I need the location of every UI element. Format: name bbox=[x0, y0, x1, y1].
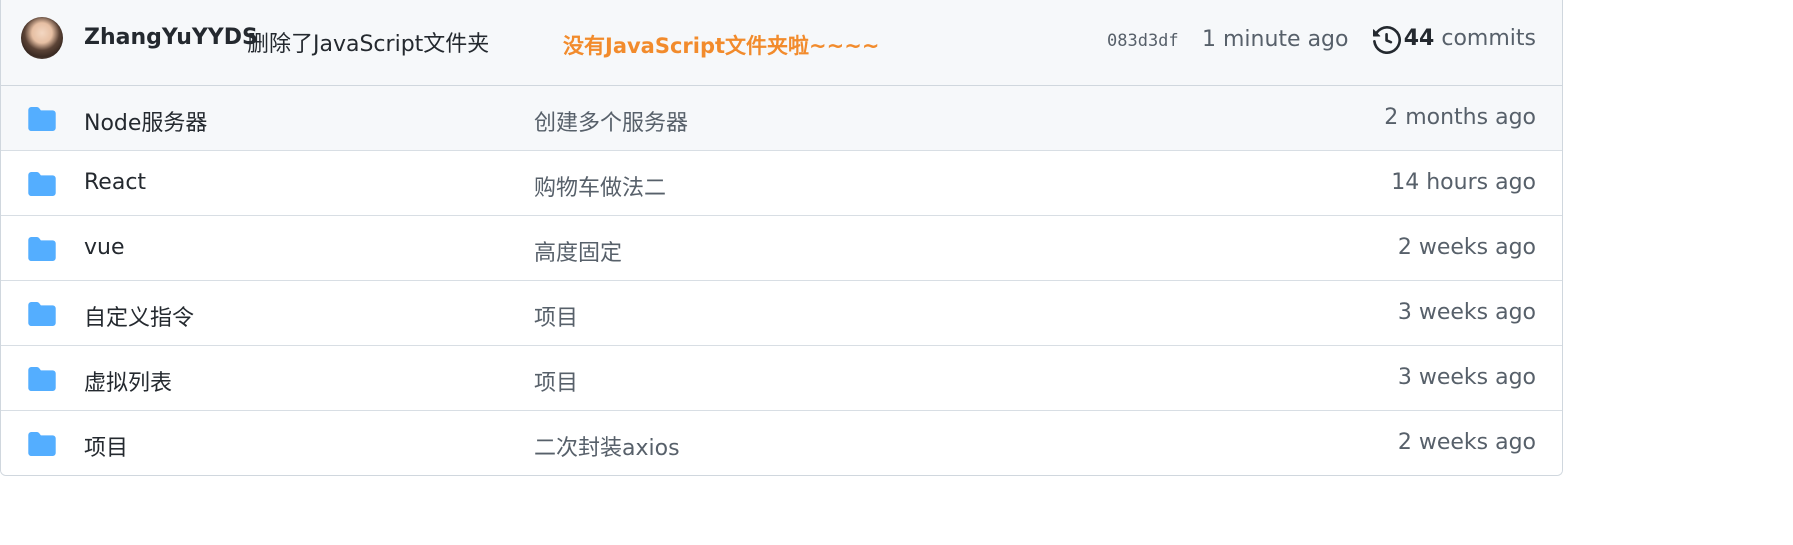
history-icon[interactable] bbox=[1373, 26, 1401, 54]
folder-icon bbox=[28, 107, 56, 131]
file-commit-message[interactable]: 购物车做法二 bbox=[534, 170, 666, 202]
file-row[interactable]: 自定义指令 项目 3 weeks ago bbox=[1, 281, 1562, 346]
file-row[interactable]: 项目 二次封装axios 2 weeks ago bbox=[1, 411, 1562, 475]
file-commit-age: 3 weeks ago bbox=[1397, 300, 1536, 325]
folder-icon bbox=[28, 237, 56, 261]
file-commit-message[interactable]: 项目 bbox=[534, 365, 578, 397]
annotation-text: 没有JavaScript文件夹啦~~~~ bbox=[563, 34, 880, 58]
commit-message[interactable]: 删除了JavaScript文件夹 bbox=[247, 26, 489, 58]
file-commit-message[interactable]: 高度固定 bbox=[534, 235, 622, 267]
commits-label: commits bbox=[1441, 26, 1536, 51]
file-commit-age: 2 weeks ago bbox=[1397, 235, 1536, 260]
file-name-link[interactable]: vue bbox=[84, 235, 125, 260]
file-name-link[interactable]: 项目 bbox=[84, 430, 128, 462]
file-commit-message[interactable]: 二次封装axios bbox=[534, 430, 680, 462]
latest-commit-bar: ZhangYuYYDS 删除了JavaScript文件夹 没有JavaScrip… bbox=[1, 0, 1562, 86]
commit-time: 1 minute ago bbox=[1202, 27, 1349, 52]
file-row[interactable]: vue 高度固定 2 weeks ago bbox=[1, 216, 1562, 281]
file-row[interactable]: 虚拟列表 项目 3 weeks ago bbox=[1, 346, 1562, 411]
commits-link[interactable]: 44 commits bbox=[1404, 26, 1536, 51]
file-commit-message[interactable]: 项目 bbox=[534, 300, 578, 332]
file-name-link[interactable]: Node服务器 bbox=[84, 105, 207, 137]
file-commit-age: 14 hours ago bbox=[1391, 170, 1536, 195]
file-row[interactable]: React 购物车做法二 14 hours ago bbox=[1, 151, 1562, 216]
commit-sha[interactable]: 083d3df bbox=[1107, 31, 1179, 51]
commit-author[interactable]: ZhangYuYYDS bbox=[84, 25, 258, 50]
folder-icon bbox=[28, 172, 56, 196]
file-row[interactable]: Node服务器 创建多个服务器 2 months ago bbox=[1, 86, 1562, 151]
folder-icon bbox=[28, 367, 56, 391]
folder-icon bbox=[28, 302, 56, 326]
file-commit-message[interactable]: 创建多个服务器 bbox=[534, 105, 688, 137]
file-commit-age: 3 weeks ago bbox=[1397, 365, 1536, 390]
file-commit-age: 2 weeks ago bbox=[1397, 430, 1536, 455]
folder-icon bbox=[28, 432, 56, 456]
commit-count: 44 bbox=[1403, 26, 1435, 51]
file-name-link[interactable]: 自定义指令 bbox=[84, 300, 194, 332]
file-commit-age: 2 months ago bbox=[1384, 105, 1536, 130]
file-name-link[interactable]: React bbox=[84, 170, 146, 195]
file-browser: ZhangYuYYDS 删除了JavaScript文件夹 没有JavaScrip… bbox=[0, 0, 1563, 476]
avatar[interactable] bbox=[21, 17, 63, 59]
file-name-link[interactable]: 虚拟列表 bbox=[84, 365, 172, 397]
